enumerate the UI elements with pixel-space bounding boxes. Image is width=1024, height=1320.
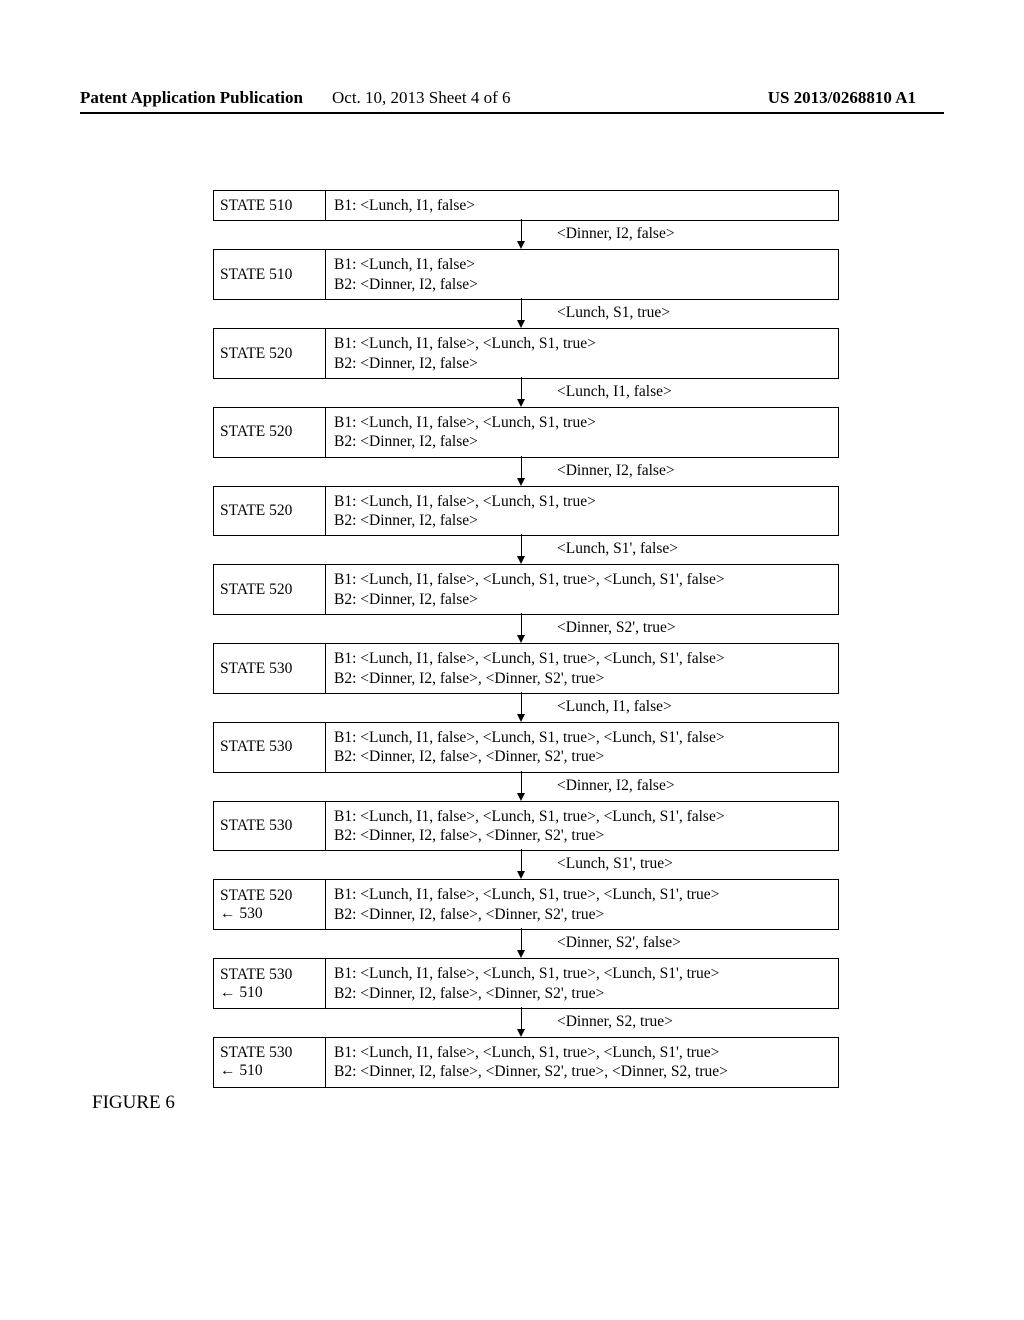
state-line: B1: <Lunch, I1, false>: [334, 255, 830, 274]
state-line: B1: <Lunch, I1, false>, <Lunch, S1, true…: [334, 334, 830, 353]
state-transition: <Dinner, S2', true>: [213, 615, 839, 643]
header-left: Patent Application Publication: [80, 88, 303, 108]
state-line: B2: <Dinner, I2, false>: [334, 590, 830, 609]
arrow-down-icon: [521, 849, 522, 877]
state-transition: <Dinner, I2, false>: [213, 773, 839, 801]
state-label: STATE 530: [214, 644, 326, 693]
figure-caption: FIGURE 6: [92, 1092, 175, 1114]
state-row: STATE 520 B1: <Lunch, I1, false>, <Lunch,…: [213, 407, 839, 458]
state-line: B1: <Lunch, I1, false>: [334, 196, 830, 215]
state-content: B1: <Lunch, I1, false>, <Lunch, S1, true…: [326, 802, 838, 851]
state-row: STATE 530← 510 B1: <Lunch, I1, false>, <L…: [213, 1037, 839, 1088]
arrow-down-icon: [521, 1007, 522, 1035]
state-content: B1: <Lunch, I1, false>, <Lunch, S1, true…: [326, 487, 838, 536]
arrow-down-icon: [521, 928, 522, 956]
state-line: B1: <Lunch, I1, false>, <Lunch, S1, true…: [334, 649, 830, 668]
state-transition: <Lunch, I1, false>: [213, 379, 839, 407]
transition-label: <Lunch, I1, false>: [557, 383, 672, 401]
arrow-down-icon: [521, 456, 522, 484]
state-transition: <Dinner, I2, false>: [213, 221, 839, 249]
state-line: B1: <Lunch, I1, false>, <Lunch, S1, true…: [334, 570, 830, 589]
state-label: STATE 530: [214, 723, 326, 772]
state-line: B2: <Dinner, I2, false>: [334, 511, 830, 530]
transition-label: <Dinner, I2, false>: [557, 462, 675, 480]
transition-label: <Dinner, S2', true>: [557, 619, 676, 637]
state-transition: <Dinner, S2', false>: [213, 930, 839, 958]
state-label: STATE 530← 510: [214, 1038, 326, 1087]
state-line: B1: <Lunch, I1, false>, <Lunch, S1, true…: [334, 807, 830, 826]
arrow-down-icon: [521, 298, 522, 326]
header-mid: Oct. 10, 2013 Sheet 4 of 6: [332, 88, 510, 108]
state-label: STATE 520← 530: [214, 880, 326, 929]
arrow-down-icon: [521, 692, 522, 720]
state-line: B2: <Dinner, I2, false>: [334, 275, 830, 294]
state-line: B2: <Dinner, I2, false>, <Dinner, S2', t…: [334, 1062, 830, 1081]
state-line: B2: <Dinner, I2, false>, <Dinner, S2', t…: [334, 826, 830, 845]
state-diagram: STATE 510 B1: <Lunch, I1, false> <Dinner, …: [213, 190, 839, 1088]
state-label: STATE 520: [214, 329, 326, 378]
state-line: B2: <Dinner, I2, false>: [334, 354, 830, 373]
state-transition: <Lunch, I1, false>: [213, 694, 839, 722]
state-content: B1: <Lunch, I1, false>, <Lunch, S1, true…: [326, 1038, 838, 1087]
state-line: B2: <Dinner, I2, false>, <Dinner, S2', t…: [334, 747, 830, 766]
state-content: B1: <Lunch, I1, false>, <Lunch, S1, true…: [326, 959, 838, 1008]
page-header: Patent Application Publication Oct. 10, …: [0, 88, 1024, 108]
state-line: B2: <Dinner, I2, false>, <Dinner, S2', t…: [334, 669, 830, 688]
state-row: STATE 530← 510 B1: <Lunch, I1, false>, <L…: [213, 958, 839, 1009]
state-content: B1: <Lunch, I1, false>, <Lunch, S1, true…: [326, 329, 838, 378]
state-label: STATE 520: [214, 408, 326, 457]
state-content: B1: <Lunch, I1, false>, <Lunch, S1, true…: [326, 723, 838, 772]
transition-label: <Dinner, I2, false>: [557, 225, 675, 243]
transition-label: <Dinner, S2, true>: [557, 1013, 673, 1031]
state-row: STATE 510B1: <Lunch, I1, false>B2: <Dinn…: [213, 249, 839, 300]
state-row: STATE 530 B1: <Lunch, I1, false>, <Lunch,…: [213, 801, 839, 852]
arrow-down-icon: [521, 771, 522, 799]
state-transition: <Lunch, S1', false>: [213, 536, 839, 564]
header-rule: [80, 112, 944, 114]
transition-label: <Lunch, S1', false>: [557, 540, 678, 558]
arrow-down-icon: [521, 613, 522, 641]
state-row: STATE 510 B1: <Lunch, I1, false>: [213, 190, 839, 221]
state-label: STATE 530: [214, 802, 326, 851]
state-line: B2: <Dinner, I2, false>, <Dinner, S2', t…: [334, 984, 830, 1003]
state-transition: <Dinner, S2, true>: [213, 1009, 839, 1037]
state-row: STATE 530 B1: <Lunch, I1, false>, <Lunch,…: [213, 643, 839, 694]
state-line: B2: <Dinner, I2, false>, <Dinner, S2', t…: [334, 905, 830, 924]
state-content: B1: <Lunch, I1, false>: [326, 191, 838, 220]
state-row: STATE 520 B1: <Lunch, I1, false>, <Lunch,…: [213, 328, 839, 379]
state-row: STATE 520 B1: <Lunch, I1, false>, <Lunch,…: [213, 486, 839, 537]
transition-label: <Lunch, S1', true>: [557, 855, 673, 873]
state-transition: <Dinner, I2, false>: [213, 458, 839, 486]
state-label: STATE 530← 510: [214, 959, 326, 1008]
state-line: B1: <Lunch, I1, false>, <Lunch, S1, true…: [334, 492, 830, 511]
state-line: B1: <Lunch, I1, false>, <Lunch, S1, true…: [334, 1043, 830, 1062]
arrow-down-icon: [521, 377, 522, 405]
arrow-down-icon: [521, 219, 522, 247]
state-transition: <Lunch, S1, true>: [213, 300, 839, 328]
state-row: STATE 520 B1: <Lunch, I1, false>, <Lunch,…: [213, 564, 839, 615]
state-line: B1: <Lunch, I1, false>, <Lunch, S1, true…: [334, 885, 830, 904]
state-content: B1: <Lunch, I1, false>, <Lunch, S1, true…: [326, 408, 838, 457]
state-label: STATE 510: [214, 191, 326, 220]
state-row: STATE 530 B1: <Lunch, I1, false>, <Lunch,…: [213, 722, 839, 773]
transition-label: <Dinner, I2, false>: [557, 777, 675, 795]
state-transition: <Lunch, S1', true>: [213, 851, 839, 879]
state-label: STATE 520: [214, 487, 326, 536]
header-right: US 2013/0268810 A1: [768, 88, 916, 108]
state-content: B1: <Lunch, I1, false>, <Lunch, S1, true…: [326, 644, 838, 693]
state-content: B1: <Lunch, I1, false>B2: <Dinner, I2, f…: [326, 250, 838, 299]
transition-label: <Dinner, S2', false>: [557, 934, 681, 952]
state-content: B1: <Lunch, I1, false>, <Lunch, S1, true…: [326, 880, 838, 929]
state-row: STATE 520← 530 B1: <Lunch, I1, false>, <L…: [213, 879, 839, 930]
state-content: B1: <Lunch, I1, false>, <Lunch, S1, true…: [326, 565, 838, 614]
state-label: STATE 510: [214, 250, 326, 299]
state-label: STATE 520: [214, 565, 326, 614]
arrow-down-icon: [521, 534, 522, 562]
state-line: B2: <Dinner, I2, false>: [334, 432, 830, 451]
state-line: B1: <Lunch, I1, false>, <Lunch, S1, true…: [334, 964, 830, 983]
state-line: B1: <Lunch, I1, false>, <Lunch, S1, true…: [334, 728, 830, 747]
state-line: B1: <Lunch, I1, false>, <Lunch, S1, true…: [334, 413, 830, 432]
transition-label: <Lunch, I1, false>: [557, 698, 672, 716]
transition-label: <Lunch, S1, true>: [557, 304, 670, 322]
